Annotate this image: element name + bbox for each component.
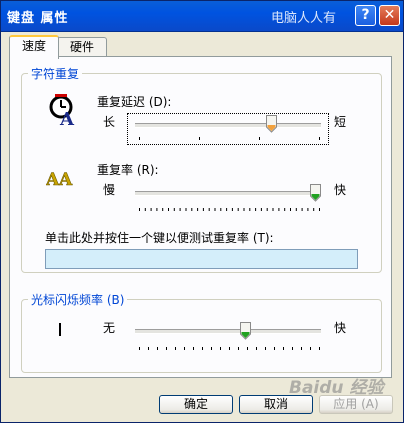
title-bar[interactable]: 键盘 属性 电脑人人有 ? ✕ xyxy=(1,1,403,32)
close-button[interactable]: ✕ xyxy=(379,5,400,26)
tab-speed[interactable]: 速度 xyxy=(9,35,59,59)
slider-tick xyxy=(260,208,262,211)
slider-tick xyxy=(301,347,302,350)
slider-tick xyxy=(162,208,164,211)
slider-tick xyxy=(139,347,140,350)
slider-tick xyxy=(238,347,239,350)
keyboard-properties-dialog: 键盘 属性 电脑人人有 ? ✕ 速度 硬件 字符重复 A 重复延迟 (D): 长… xyxy=(0,0,404,423)
repeat-rate-icon: A A xyxy=(46,170,73,189)
slider-tick xyxy=(231,208,233,211)
slider-tick xyxy=(319,208,320,211)
slider-tick xyxy=(247,347,248,350)
watermark-text: 电脑人人有 xyxy=(271,11,337,26)
svg-text:A: A xyxy=(46,170,60,189)
slider-tick xyxy=(295,208,297,211)
repeat-delay-slider-track[interactable] xyxy=(135,123,321,128)
slider-tick xyxy=(173,208,175,211)
slider-tick xyxy=(292,347,293,350)
repeat-delay-ticks xyxy=(139,137,320,140)
slider-tick xyxy=(255,208,257,211)
cursor-blink-legend: 光标闪烁频率 (B) xyxy=(31,293,125,307)
apply-button[interactable]: 应用 (A) xyxy=(319,395,393,414)
repeat-rate-max-label: 快 xyxy=(334,183,347,197)
slider-tick xyxy=(148,347,149,350)
slider-tick xyxy=(220,208,222,211)
slider-tick xyxy=(301,208,303,211)
slider-tick xyxy=(278,208,280,211)
slider-tick xyxy=(157,347,158,350)
repeat-delay-icon: A xyxy=(49,94,75,126)
slider-tick xyxy=(144,208,146,211)
slider-tick xyxy=(283,347,284,350)
repeat-rate-slider-track[interactable] xyxy=(135,191,321,196)
slider-tick xyxy=(259,137,260,140)
slider-tick xyxy=(156,208,158,211)
character-repeat-legend: 字符重复 xyxy=(31,67,80,81)
slider-tick xyxy=(175,347,176,350)
slider-tick xyxy=(243,208,245,211)
slider-tick xyxy=(199,137,200,140)
slider-tick xyxy=(319,347,320,350)
ok-button[interactable]: 确定 xyxy=(159,395,233,414)
slider-tick xyxy=(237,208,239,211)
cursor-preview-icon xyxy=(59,323,61,336)
slider-tick xyxy=(139,208,140,211)
slider-tick xyxy=(191,208,193,211)
svg-text:A: A xyxy=(58,170,73,189)
slider-tick xyxy=(193,347,194,350)
slider-tick xyxy=(214,208,216,211)
slider-tick xyxy=(266,208,268,211)
slider-tick xyxy=(202,208,204,211)
repeat-delay-min-label: 长 xyxy=(103,115,116,129)
slider-tick xyxy=(265,347,266,350)
test-repeat-input[interactable] xyxy=(45,249,358,269)
slider-tick xyxy=(179,208,181,211)
repeat-delay-max-label: 短 xyxy=(334,115,347,129)
slider-tick xyxy=(184,347,185,350)
test-repeat-label: 单击此处并按住一个键以便测试重复率 (T): xyxy=(45,231,274,245)
slider-tick xyxy=(168,208,169,211)
slider-tick xyxy=(208,208,210,211)
slider-tick xyxy=(202,347,203,350)
repeat-delay-slider-thumb[interactable] xyxy=(266,115,277,133)
slider-tick xyxy=(307,208,309,211)
slider-tick xyxy=(139,137,140,140)
repeat-rate-slider-thumb[interactable] xyxy=(310,184,321,202)
slider-tick xyxy=(249,208,251,211)
cursor-blink-slider-track[interactable] xyxy=(135,329,321,334)
repeat-rate-ticks xyxy=(139,208,320,211)
slider-tick xyxy=(310,347,311,350)
slider-tick xyxy=(211,347,212,350)
slider-tick xyxy=(185,208,187,211)
repeat-rate-min-label: 慢 xyxy=(103,183,116,197)
slider-tick xyxy=(197,208,199,211)
slider-tick xyxy=(150,208,152,211)
slider-tick xyxy=(166,347,167,350)
cancel-button[interactable]: 取消 xyxy=(239,395,313,414)
cursor-blink-ticks xyxy=(139,347,320,350)
cursor-blink-max-label: 快 xyxy=(334,321,347,335)
slider-tick xyxy=(272,208,274,211)
slider-tick xyxy=(229,347,230,350)
slider-tick xyxy=(319,137,320,140)
help-button[interactable]: ? xyxy=(355,5,376,26)
slider-tick xyxy=(220,347,221,350)
repeat-delay-label: 重复延迟 (D): xyxy=(97,95,172,109)
slider-tick xyxy=(290,208,291,211)
window-title: 键盘 属性 xyxy=(7,11,69,26)
slider-tick xyxy=(256,347,257,350)
svg-text:A: A xyxy=(59,109,75,126)
slider-tick xyxy=(226,208,228,211)
cursor-blink-min-label: 无 xyxy=(103,321,116,335)
slider-tick xyxy=(313,208,315,211)
cursor-blink-slider-thumb[interactable] xyxy=(240,322,251,340)
slider-tick xyxy=(274,347,275,350)
tab-hardware[interactable]: 硬件 xyxy=(57,37,107,57)
slider-tick xyxy=(284,208,286,211)
repeat-rate-label: 重复率 (R): xyxy=(97,163,159,177)
